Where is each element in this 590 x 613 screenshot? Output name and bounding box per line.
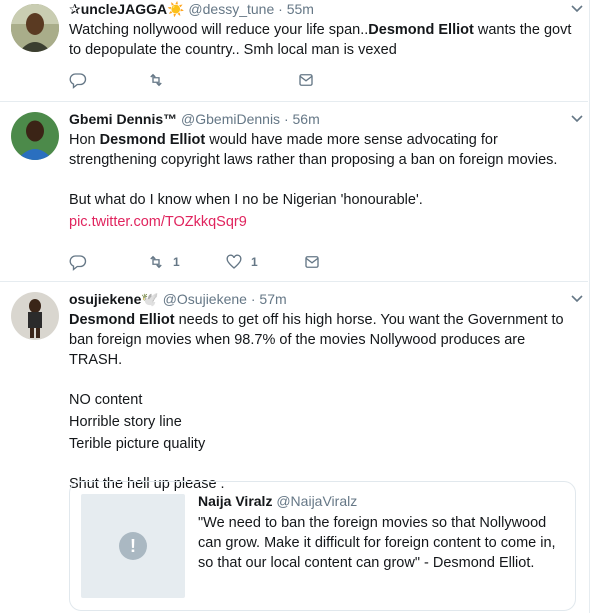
tweet-actions	[69, 70, 375, 90]
message-button[interactable]	[297, 71, 375, 89]
timestamp[interactable]: · 55m	[278, 1, 314, 17]
quoted-media[interactable]: !	[81, 494, 185, 598]
like-count: 1	[251, 255, 258, 269]
like-icon	[226, 254, 242, 269]
caret-down-icon[interactable]	[570, 112, 584, 126]
display-name[interactable]: osujiekene	[69, 291, 141, 307]
message-icon	[299, 74, 313, 86]
tweet[interactable]: Gbemi Dennis™ @GbemiDennis · 56m Hon Des…	[0, 102, 588, 282]
username[interactable]: @GbemiDennis	[181, 111, 280, 127]
reply-button[interactable]	[69, 71, 147, 89]
tweet[interactable]: ✰uncleJAGGA☀️ @dessy_tune · 55m Watching…	[0, 0, 588, 102]
quoted-display-name: Naija Viralz	[198, 493, 273, 509]
quoted-username: @NaijaViralz	[276, 493, 358, 509]
list-item: Terible picture quality	[69, 436, 206, 452]
retweet-icon	[150, 255, 162, 269]
like-button[interactable]: 1	[225, 253, 303, 271]
avatar[interactable]	[11, 4, 59, 52]
caret-down-icon[interactable]	[570, 2, 584, 16]
display-name[interactable]: Gbemi Dennis™	[69, 111, 177, 127]
retweet-count: 1	[173, 255, 180, 269]
tweet-text-line: But what do I know when I no be Nigerian…	[69, 192, 423, 208]
tweet-text: Hon Desmond Elliot would have made more …	[69, 130, 576, 170]
reply-button[interactable]	[69, 253, 147, 271]
avatar[interactable]	[11, 292, 59, 340]
timestamp[interactable]: · 57m	[251, 291, 287, 307]
list-item: Horrible story line	[69, 414, 182, 430]
reply-icon	[69, 255, 87, 271]
tweet-header: Gbemi Dennis™ @GbemiDennis · 56m	[69, 110, 576, 128]
mention-desmond-elliot: Desmond Elliot	[69, 312, 175, 328]
reply-icon	[69, 73, 87, 89]
username[interactable]: @Osujiekene	[163, 291, 247, 307]
quoted-tweet-header: Naija Viralz @NaijaViralz	[198, 492, 567, 510]
tweet-actions: 1 1	[69, 252, 381, 272]
dove-emoji: 🕊️	[141, 291, 159, 307]
tweet[interactable]: osujiekene🕊️ @Osujiekene · 57m Desmond E…	[0, 282, 588, 613]
tweet-text-part: Hon	[69, 132, 100, 148]
avatar[interactable]	[11, 112, 59, 160]
tweet-header: ✰uncleJAGGA☀️ @dessy_tune · 55m	[69, 0, 576, 18]
timeline: ✰uncleJAGGA☀️ @dessy_tune · 55m Watching…	[0, 0, 590, 613]
username[interactable]: @dessy_tune	[188, 1, 274, 17]
message-button[interactable]	[303, 253, 381, 271]
tweet-text: Desmond Elliot needs to get off his high…	[69, 310, 576, 370]
quoted-tweet-text: "We need to ban the foreign movies so th…	[198, 515, 556, 571]
timestamp[interactable]: · 56m	[284, 111, 320, 127]
tweet-text-part: Watching nollywood will reduce your life…	[69, 22, 369, 38]
message-icon	[305, 256, 319, 268]
tweet-header: osujiekene🕊️ @Osujiekene · 57m	[69, 290, 576, 308]
quoted-tweet[interactable]: ! Naija Viralz @NaijaViralz "We need to …	[69, 481, 576, 611]
media-link[interactable]: pic.twitter.com/TOZkkqSqr9	[69, 212, 576, 232]
retweet-button[interactable]: 1	[147, 253, 225, 271]
retweet-button[interactable]	[147, 71, 225, 89]
display-name[interactable]: ✰uncleJAGGA	[69, 1, 167, 17]
sun-emoji: ☀️	[167, 1, 185, 17]
mention-desmond-elliot: Desmond Elliot	[368, 22, 474, 38]
caret-down-icon[interactable]	[570, 292, 584, 306]
broken-image-icon: !	[119, 532, 147, 560]
list-item: NO content	[69, 392, 143, 408]
tweet-text: Watching nollywood will reduce your life…	[69, 20, 576, 60]
mention-desmond-elliot: Desmond Elliot	[99, 132, 206, 148]
retweet-icon	[150, 73, 162, 87]
